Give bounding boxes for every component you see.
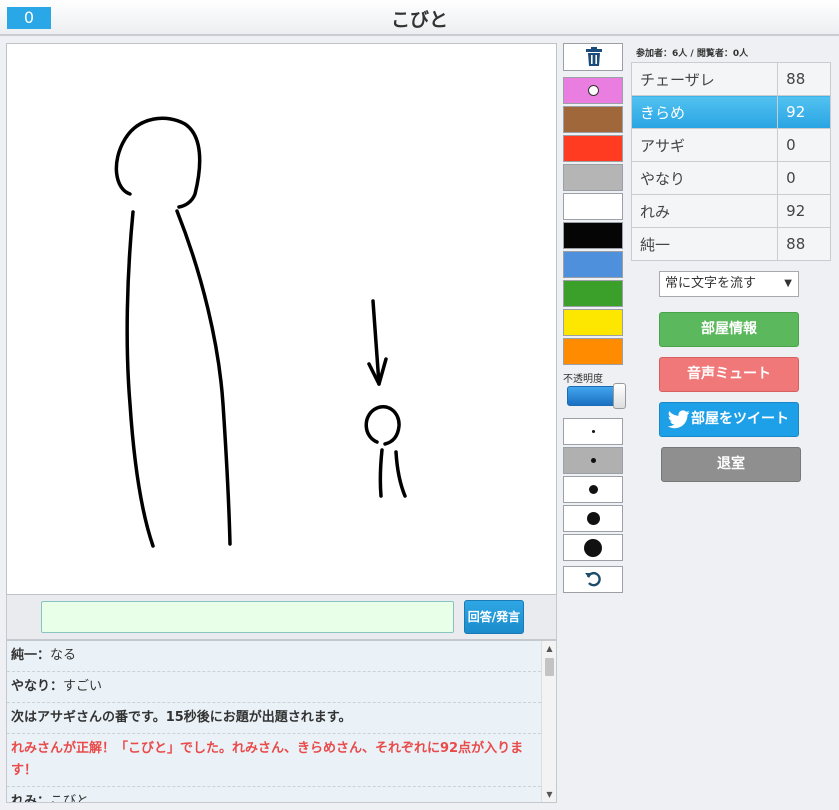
player-row: やなり 0 xyxy=(630,161,831,195)
chat-text: なる xyxy=(50,648,77,663)
color-swatch-orange[interactable] xyxy=(563,338,623,365)
chat-text: れみさんが正解！「こびと」でした。れみさん、きらめさん、それぞれに92点が入りま… xyxy=(11,741,524,778)
tweet-room-label: 部屋をツイート xyxy=(691,411,789,427)
color-swatch-white[interactable] xyxy=(563,193,623,220)
undo-icon xyxy=(585,571,601,587)
pen-dot-icon xyxy=(588,485,598,494)
chat-message: れみさんが正解！「こびと」でした。れみさん、きらめさん、それぞれに92点が入りま… xyxy=(7,734,541,787)
player-name: れみ xyxy=(630,194,779,228)
pen-size-4-button[interactable] xyxy=(563,505,623,532)
player-score: 88 xyxy=(777,227,831,261)
chat-separator: ： xyxy=(37,648,51,663)
player-row: きらめ 92 xyxy=(630,95,831,129)
trash-icon xyxy=(586,47,602,66)
chat-message: 純一：なる xyxy=(7,641,541,672)
answer-bar: 回答/発言 xyxy=(6,595,557,640)
answer-submit-button[interactable]: 回答/発言 xyxy=(464,600,524,634)
chat-text: こびと xyxy=(50,794,90,803)
chat-lines: 純一：なる やなり：すごい 次はアサギさんの番です。15秒後にお題が出題されます。れ… xyxy=(7,641,556,803)
exit-room-button[interactable]: 退室 xyxy=(661,447,801,482)
chat-log[interactable]: 純一：なる やなり：すごい 次はアサギさんの番です。15秒後にお題が出題されます。れ… xyxy=(6,640,557,803)
color-swatch-blue[interactable] xyxy=(563,251,623,278)
pen-size-5-button[interactable] xyxy=(563,534,623,561)
pen-size-1-button[interactable] xyxy=(563,418,623,445)
chevron-down-icon: ▼ xyxy=(784,278,792,289)
clear-canvas-button[interactable] xyxy=(563,43,623,71)
player-name: アサギ xyxy=(630,128,779,162)
tweet-room-button[interactable]: 部屋をツイート xyxy=(659,402,799,437)
chat-speaker: れみ xyxy=(11,794,38,803)
pen-size-2-button[interactable] xyxy=(563,447,623,474)
color-swatch-brown[interactable] xyxy=(563,106,623,133)
drawing-strokes xyxy=(114,116,407,548)
opacity-slider-handle[interactable] xyxy=(613,383,626,409)
stroke-leg-right xyxy=(394,450,407,498)
pen-dot-icon xyxy=(586,512,600,525)
chat-scroll-select-value: 常に文字を流す xyxy=(665,276,757,291)
color-swatch-gray[interactable] xyxy=(563,164,623,191)
chat-scroll-select[interactable]: 常に文字を流す ▼ xyxy=(659,271,799,297)
player-name: やなり xyxy=(630,161,779,195)
player-row: アサギ 0 xyxy=(630,128,831,162)
player-row: チェーザレ 88 xyxy=(630,62,831,96)
room-info-button[interactable]: 部屋情報 xyxy=(659,312,799,347)
drawing-canvas[interactable] xyxy=(6,43,557,595)
player-scoreboard: チェーザレ 88 きらめ 92 アサギ 0 やなり 0 れみ 92 純一 88 xyxy=(630,62,831,261)
scroll-thumb[interactable] xyxy=(545,658,554,676)
answer-input[interactable] xyxy=(41,601,454,633)
player-row: 純一 88 xyxy=(630,227,831,261)
player-score: 92 xyxy=(777,95,831,129)
stroke-leg-left xyxy=(378,448,384,498)
mute-button[interactable]: 音声ミュート xyxy=(659,357,799,392)
player-row: れみ 92 xyxy=(630,194,831,228)
chat-text: 次はアサギさんの番です。15秒後にお題が出題されます。 xyxy=(11,710,352,725)
player-score: 0 xyxy=(777,161,831,195)
twitter-bird-icon xyxy=(668,410,690,429)
opacity-label: 不透明度 xyxy=(563,374,603,385)
pen-dot-icon xyxy=(584,538,602,557)
chat-message: やなり：すごい xyxy=(7,672,541,703)
player-name: チェーザレ xyxy=(630,62,779,96)
stroke-head-large xyxy=(114,116,202,209)
chat-speaker: 純一 xyxy=(11,648,38,663)
page-title: こびと xyxy=(390,9,448,31)
scroll-up-icon[interactable]: ▲ xyxy=(542,641,556,656)
color-swatch-red[interactable] xyxy=(563,135,623,162)
chat-speaker: やなり xyxy=(11,679,51,694)
chat-separator: ： xyxy=(37,794,51,803)
pen-dot-icon xyxy=(591,430,595,433)
player-score: 92 xyxy=(777,194,831,228)
chat-text: すごい xyxy=(63,679,103,694)
player-name: きらめ xyxy=(630,95,779,129)
stroke-body-left xyxy=(125,210,155,548)
chat-message: れみ：こびと xyxy=(7,787,541,803)
pen-size-3-button[interactable] xyxy=(563,476,623,503)
undo-button[interactable] xyxy=(563,566,623,593)
player-score: 0 xyxy=(777,128,831,162)
scroll-down-icon[interactable]: ▼ xyxy=(542,787,556,802)
color-swatch-yellow[interactable] xyxy=(563,309,623,336)
stroke-head-small xyxy=(364,404,401,446)
chat-separator: ： xyxy=(50,679,64,694)
stroke-body-right xyxy=(175,209,232,546)
player-score: 88 xyxy=(777,62,831,96)
color-swatch-green[interactable] xyxy=(563,280,623,307)
chat-message: 次はアサギさんの番です。15秒後にお題が出題されます。 xyxy=(7,703,541,734)
chat-scrollbar[interactable]: ▲ ▼ xyxy=(541,641,556,802)
player-name: 純一 xyxy=(630,227,779,261)
color-swatch-black[interactable] xyxy=(563,222,623,249)
top-bar: 0 こびと xyxy=(0,0,839,36)
color-swatch-pink[interactable] xyxy=(563,77,623,104)
participant-counts: 参加者：6人 / 閲覧者：0人 xyxy=(636,49,749,59)
selected-indicator-icon xyxy=(588,85,599,96)
pen-dot-icon xyxy=(590,458,596,463)
